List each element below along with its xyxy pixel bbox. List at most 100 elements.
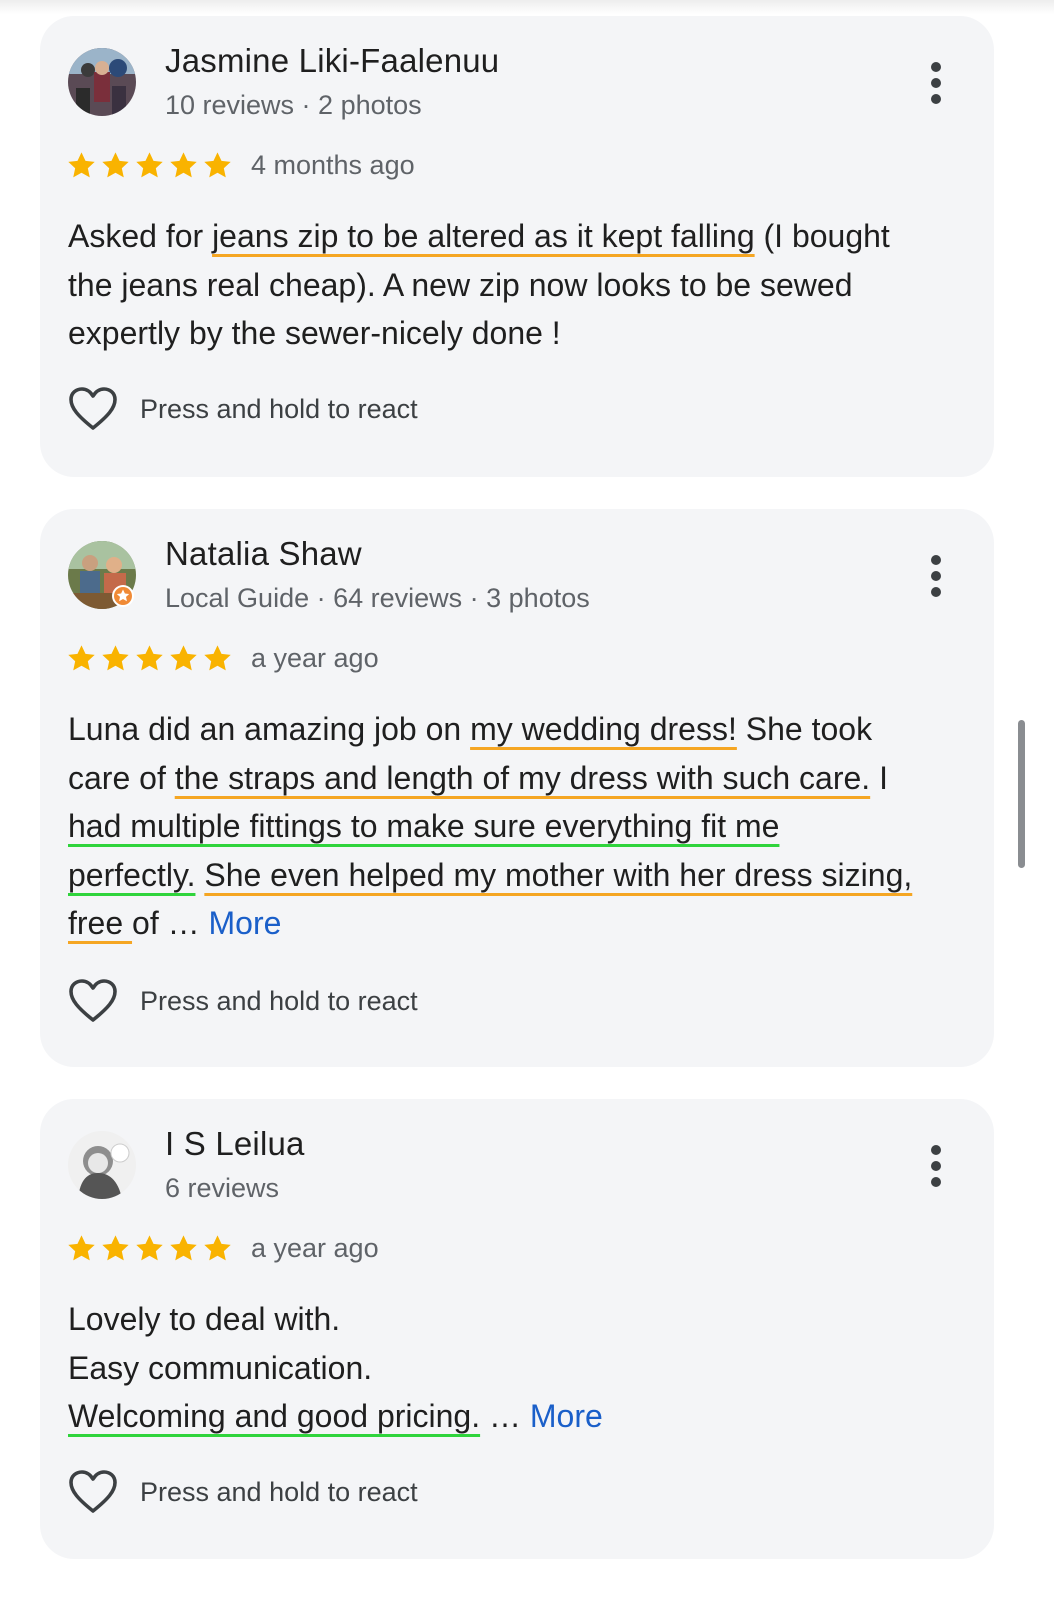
star-icon: [170, 1234, 197, 1260]
top-edge-shadow: [0, 0, 1054, 14]
more-options-button[interactable]: [924, 553, 948, 599]
more-options-button[interactable]: [924, 60, 948, 106]
reviewer-meta: 6 reviews: [165, 1173, 280, 1203]
star-icon: [102, 1234, 129, 1260]
avatar[interactable]: [68, 48, 136, 116]
star-icon: [204, 644, 231, 670]
star-icon: [170, 644, 197, 670]
star-icon: [68, 644, 95, 670]
highlight-orange: free: [68, 905, 133, 941]
review-text-segment: care of: [68, 759, 175, 796]
star-rating: [66, 643, 233, 674]
highlight-green: perfectly.: [68, 856, 196, 893]
avatar[interactable]: [68, 1131, 136, 1199]
highlight-orange: my wedding dress!: [470, 711, 737, 747]
highlight-green: had multiple fittings to make sure every…: [68, 808, 780, 844]
star-icon: [102, 151, 129, 177]
review-text: Lovely to deal with. Easy communication. W…: [68, 1295, 973, 1441]
star-icon: [136, 151, 163, 177]
review-text-segment: expertly by the sewer-nicely done !: [68, 315, 561, 351]
react-label: Press and hold to react: [140, 1476, 418, 1507]
review-text-line: perfectly. She even helped my mother wit…: [68, 851, 973, 900]
review-date: 4 months ago: [251, 149, 415, 180]
more-vert-icon: [931, 62, 941, 72]
review-card-3: I S Leilua 6 reviews a year ago Lovely t…: [40, 1099, 994, 1559]
review-text-line: Luna did an amazing job on my wedding dr…: [68, 705, 973, 754]
review-text-segment: I: [870, 759, 888, 796]
review-text-line: care of the straps and length of my dres…: [68, 754, 973, 803]
highlight-green: Welcoming and good pricing.: [68, 1398, 481, 1434]
review-text-segment: Lovely to deal with.: [68, 1301, 341, 1337]
review-text-line: free of … More: [68, 899, 973, 948]
review-text-segment: [195, 857, 204, 893]
review-text-segment: Easy communication.: [68, 1349, 373, 1386]
review-text-segment: (I bought: [754, 218, 890, 254]
more-vert-icon: [931, 1145, 941, 1155]
more-link[interactable]: More: [209, 905, 282, 941]
review-card-2: Natalia Shaw Local Guide · 64 reviews · …: [40, 509, 994, 1067]
avatar-photo-icon: [68, 541, 136, 609]
review-text-line: Easy communication.: [68, 1344, 973, 1393]
review-text-line: the jeans real cheap). A new zip now loo…: [68, 261, 973, 310]
review-text-segment: the jeans real cheap). A new zip now loo…: [68, 266, 853, 303]
highlight-orange: She even helped my mother with her dress…: [204, 856, 913, 893]
scrollbar-thumb[interactable]: [1018, 720, 1025, 868]
reviewer-name[interactable]: Jasmine Liki-Faalenuu: [165, 42, 499, 80]
rating-row: a year ago: [66, 639, 379, 677]
reviewer-meta: Local Guide · 64 reviews · 3 photos: [165, 583, 590, 613]
heart-outline-icon: [69, 387, 117, 430]
review-text-segment: …: [480, 1398, 530, 1434]
more-vert-dot: [931, 78, 941, 88]
star-rating: [66, 150, 233, 181]
rating-row: a year ago: [66, 1229, 379, 1267]
review-date: a year ago: [251, 642, 379, 673]
highlight-orange: the straps and length of my dress with s…: [174, 759, 871, 796]
star-icon: [68, 1234, 95, 1260]
heart-outline-icon: [69, 1470, 117, 1513]
review-text-segment: of …: [132, 905, 209, 941]
react-button[interactable]: Press and hold to react: [68, 977, 418, 1025]
more-vert-dot: [931, 587, 941, 597]
star-icon: [170, 151, 197, 177]
review-text-line: Asked for jeans zip to be altered as it …: [68, 212, 973, 261]
star-icon: [68, 151, 95, 177]
reviewer-name[interactable]: Natalia Shaw: [165, 535, 362, 573]
more-vert-dot: [931, 1161, 941, 1171]
more-vert-dot: [931, 571, 941, 581]
star-icon: [102, 644, 129, 670]
review-text-line: Lovely to deal with.: [68, 1295, 973, 1344]
react-button[interactable]: Press and hold to react: [68, 385, 418, 433]
heart-outline-icon: [69, 979, 117, 1022]
avatar-photo-icon: [68, 1131, 136, 1199]
review-text: Asked for jeans zip to be altered as it …: [68, 212, 973, 358]
more-vert-dot: [931, 94, 941, 104]
review-text-segment: Asked for: [68, 218, 213, 254]
avatar[interactable]: [68, 541, 136, 609]
react-button[interactable]: Press and hold to react: [68, 1468, 418, 1516]
review-text-line: Welcoming and good pricing. … More: [68, 1392, 973, 1441]
review-date: a year ago: [251, 1232, 379, 1263]
reviewer-meta: 10 reviews · 2 photos: [165, 90, 422, 120]
review-card-1: Jasmine Liki-Faalenuu 10 reviews · 2 pho…: [40, 16, 994, 477]
review-text: Luna did an amazing job on my wedding dr…: [68, 705, 973, 948]
reviews-screen: Jasmine Liki-Faalenuu 10 reviews · 2 pho…: [0, 0, 1054, 1600]
reviewer-name[interactable]: I S Leilua: [165, 1125, 305, 1163]
more-options-button[interactable]: [924, 1143, 948, 1189]
more-vert-icon: [931, 555, 941, 565]
react-label: Press and hold to react: [140, 985, 418, 1016]
star-icon: [204, 1234, 231, 1260]
review-text-segment: Luna did an amazing job on: [68, 711, 471, 747]
highlight-orange: jeans zip to be altered as it kept falli…: [212, 218, 755, 254]
more-vert-dot: [931, 1177, 941, 1187]
review-text-line: had multiple fittings to make sure every…: [68, 802, 973, 851]
avatar-photo-icon: [68, 48, 136, 116]
star-icon: [204, 151, 231, 177]
review-text-line: expertly by the sewer-nicely done !: [68, 309, 973, 358]
more-link[interactable]: More: [530, 1398, 603, 1434]
react-label: Press and hold to react: [140, 393, 418, 424]
rating-row: 4 months ago: [66, 146, 415, 184]
star-icon: [136, 1234, 163, 1260]
star-icon: [136, 644, 163, 670]
star-rating: [66, 1233, 233, 1264]
review-text-segment: She took: [736, 711, 873, 747]
